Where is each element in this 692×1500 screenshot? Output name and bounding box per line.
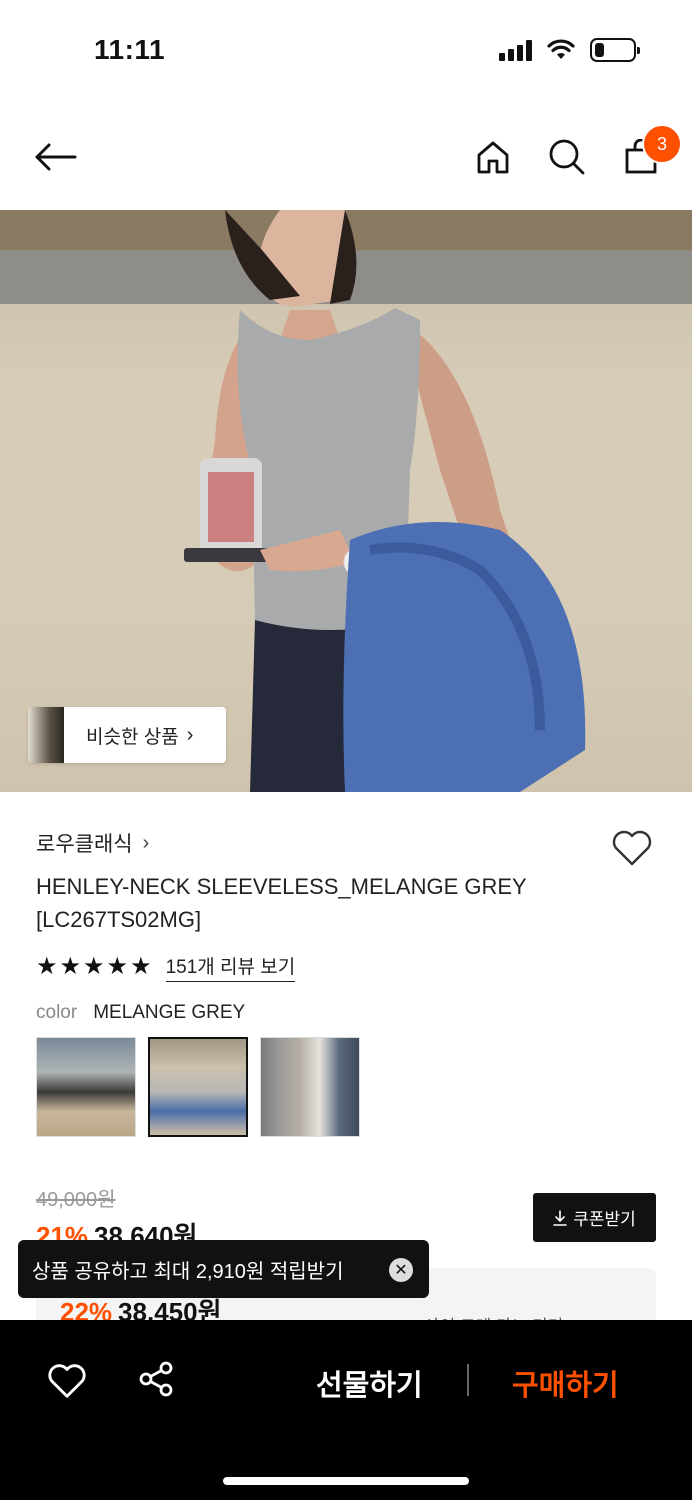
close-icon[interactable]: ✕ — [389, 1258, 413, 1282]
chevron-right-icon: › — [186, 723, 194, 746]
buy-button[interactable]: 구매하기 — [512, 1362, 619, 1404]
share-button[interactable] — [136, 1358, 178, 1400]
review-link[interactable]: 151개 리뷰 보기 — [165, 952, 296, 982]
rating-row: ★ ★ ★ ★ ★ 151개 리뷰 보기 — [36, 952, 296, 982]
color-swatch-1[interactable] — [36, 1037, 136, 1137]
star-rating: ★ ★ ★ ★ ★ — [36, 954, 152, 980]
battery-icon — [590, 38, 640, 62]
heart-icon — [48, 1364, 86, 1398]
cart-count-badge: 3 — [642, 124, 682, 164]
back-button[interactable] — [30, 132, 80, 182]
share-icon — [139, 1361, 173, 1397]
signal-icon — [499, 39, 532, 61]
star-icon: ★ — [106, 953, 129, 980]
color-option-row: color MELANGE GREY — [36, 1002, 245, 1024]
product-title-line1: HENLEY-NECK SLEEVELESS_MELANGE GREY — [36, 874, 527, 899]
product-title-line2: [LC267TS02MG] — [36, 907, 202, 932]
color-swatch-3[interactable] — [260, 1037, 360, 1137]
product-hero-image[interactable] — [0, 210, 692, 792]
share-reward-toast[interactable]: 상품 공유하고 최대 2,910원 적립받기 ✕ — [18, 1240, 429, 1298]
back-arrow-icon — [35, 143, 77, 171]
top-nav: 3 — [0, 110, 692, 202]
gift-button[interactable]: 선물하기 — [316, 1362, 423, 1404]
similar-products-button[interactable]: 비슷한 상품 › — [28, 707, 226, 763]
cart-button[interactable]: 3 — [616, 124, 682, 182]
status-icons — [499, 38, 640, 62]
divider — [467, 1364, 469, 1396]
star-icon: ★ — [59, 953, 82, 980]
brand-link[interactable]: 로우클래식 › — [36, 828, 149, 858]
coupon-label: 쿠폰받기 — [573, 1210, 636, 1229]
color-swatches — [36, 1037, 360, 1137]
similar-products-label: 비슷한 상품 — [86, 726, 179, 748]
star-icon: ★ — [36, 953, 58, 980]
search-button[interactable] — [542, 132, 592, 182]
home-button[interactable] — [468, 132, 518, 182]
product-title: HENLEY-NECK SLEEVELESS_MELANGE GREY [LC2… — [36, 870, 596, 936]
like-button[interactable] — [46, 1360, 88, 1402]
home-indicator[interactable] — [223, 1477, 469, 1485]
similar-thumbnail — [28, 707, 64, 763]
chevron-right-icon: › — [142, 831, 150, 854]
wifi-icon — [547, 39, 575, 59]
status-bar: 11:11 — [0, 0, 692, 100]
original-price: 49,000원 — [36, 1189, 116, 1211]
color-label: color — [36, 1002, 78, 1023]
color-swatch-2-selected[interactable] — [148, 1037, 248, 1137]
star-icon: ★ — [83, 953, 105, 980]
color-value: MELANGE GREY — [93, 1002, 246, 1023]
brand-name: 로우클래식 — [36, 833, 133, 856]
status-time: 11:11 — [94, 34, 166, 65]
star-icon: ★ — [130, 953, 152, 980]
coupon-button[interactable]: 쿠폰받기 — [533, 1193, 656, 1242]
heart-icon — [612, 830, 652, 866]
model-photo — [0, 210, 692, 792]
bottom-action-bar: 선물하기 구매하기 — [0, 1320, 692, 1500]
toast-text: 상품 공유하고 최대 2,910원 적립받기 — [32, 1260, 344, 1283]
home-icon — [477, 141, 509, 174]
search-icon — [549, 139, 585, 175]
download-icon — [553, 1209, 568, 1226]
wishlist-button[interactable] — [610, 826, 654, 870]
